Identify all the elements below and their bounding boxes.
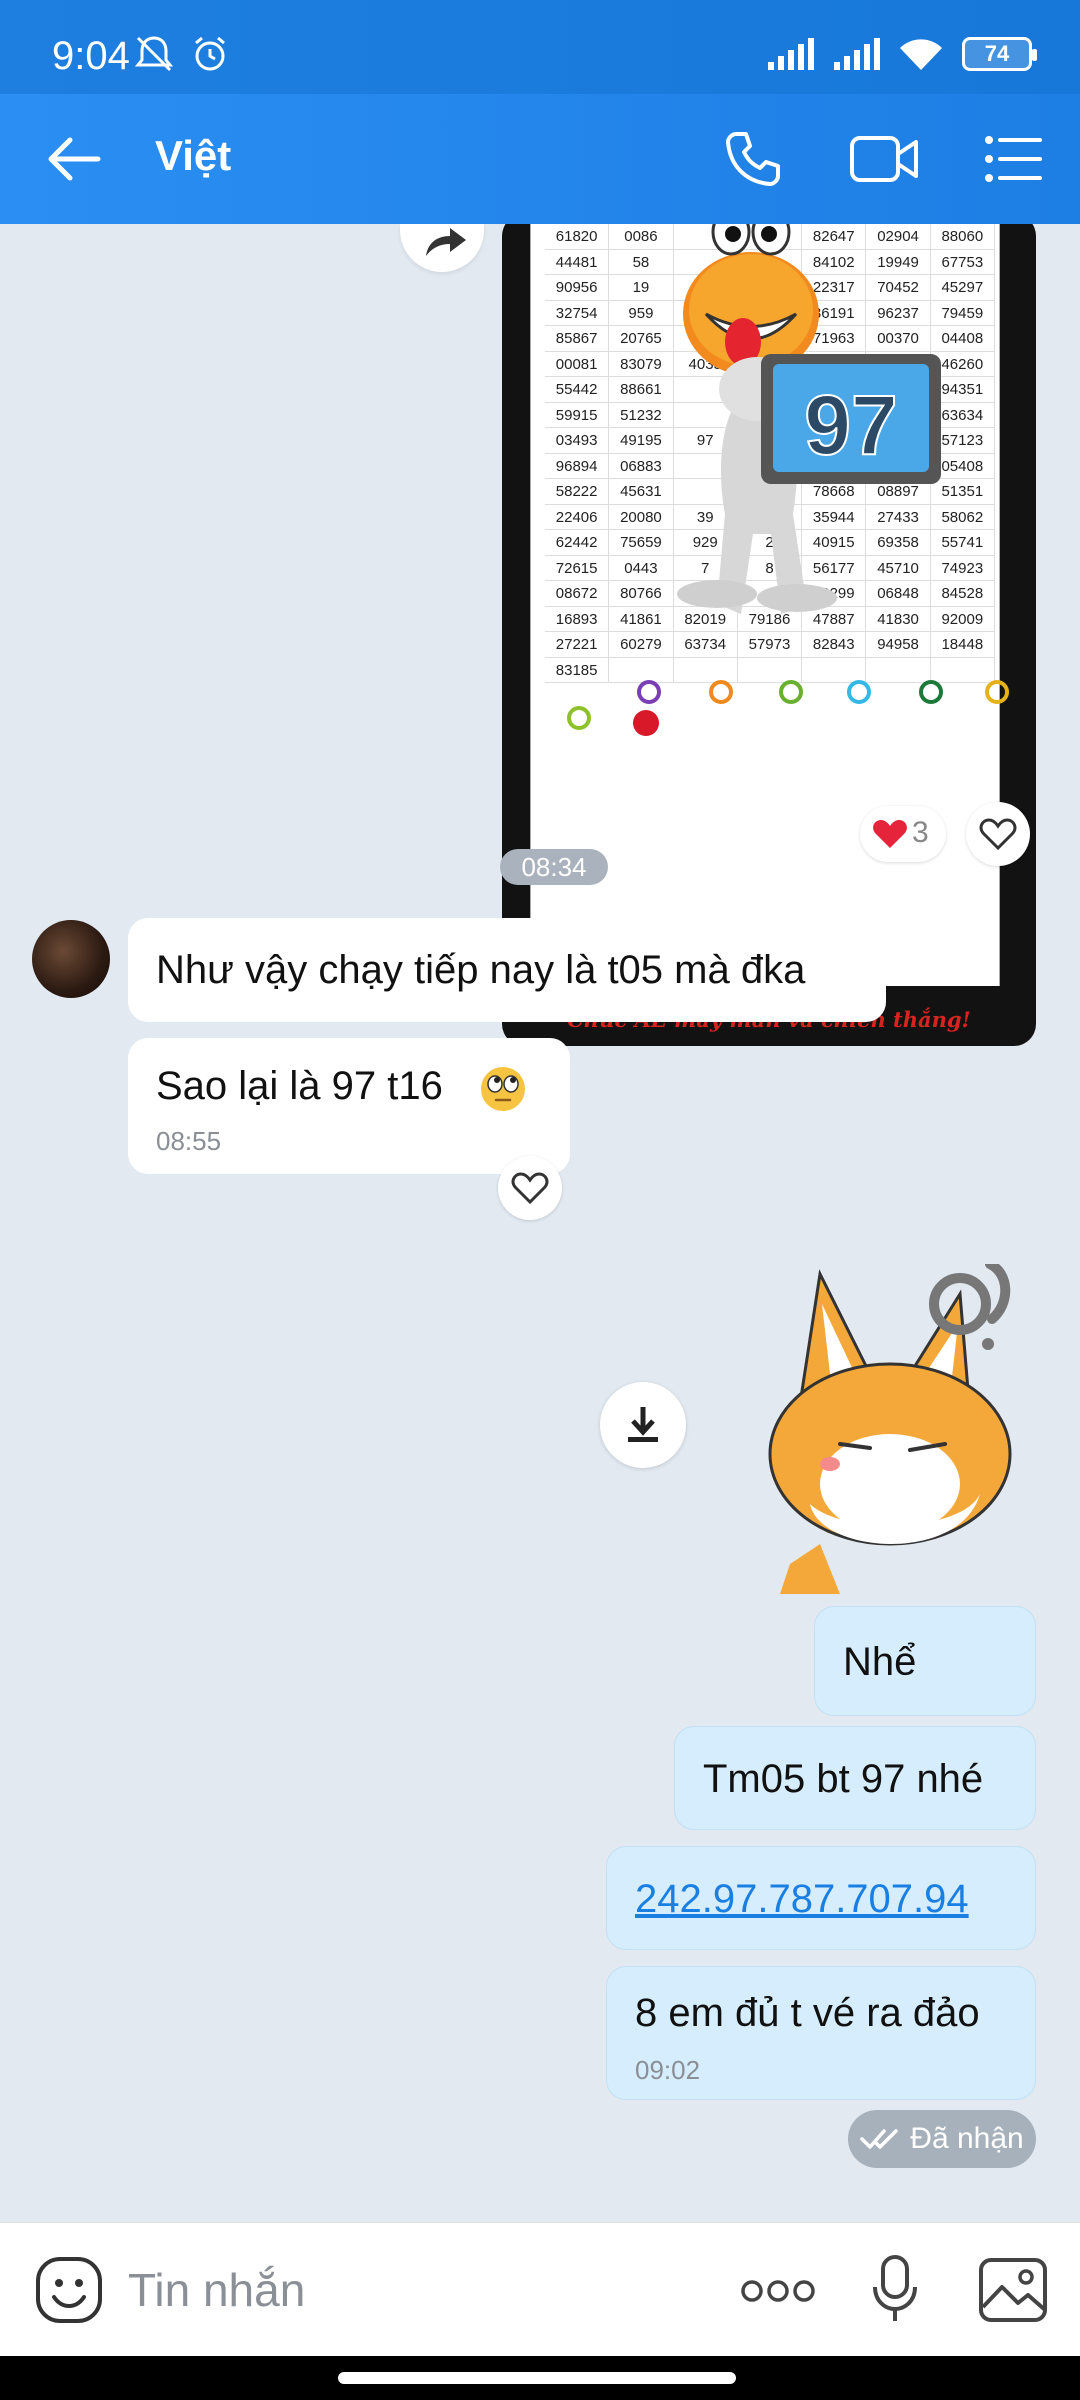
mute-notification-icon — [134, 36, 174, 72]
battery-indicator: 74 — [962, 37, 1037, 71]
grid-cell — [931, 657, 995, 682]
sticker-number: 97 — [804, 378, 897, 472]
double-check-icon — [860, 2129, 899, 2149]
grid-cell: 22406 — [545, 504, 610, 529]
grid-cell: 59915 — [545, 402, 610, 427]
sticker-figure-image: 97 — [677, 224, 941, 614]
grid-cell: 72615 — [545, 555, 610, 580]
marker-circle — [985, 680, 1009, 704]
grid-cell — [866, 657, 931, 682]
gallery-image-icon[interactable] — [978, 2257, 1048, 2323]
face-with-rolling-eyes-emoji-icon — [481, 1067, 525, 1111]
message-text: Tm05 bt 97 nhé — [703, 1757, 984, 1801]
grid-cell: 85867 — [545, 326, 610, 351]
chat-area[interactable]: 6182000869188264702904880604448158484102… — [0, 224, 1080, 2222]
download-icon — [628, 1407, 658, 1442]
react-heart-button[interactable] — [498, 1156, 562, 1220]
grid-cell: 16893 — [545, 606, 610, 631]
alarm-icon — [195, 36, 225, 71]
grid-cell: 61820 — [545, 224, 610, 249]
wifi-icon — [900, 39, 942, 70]
incoming-message[interactable]: Sao lại là 97 t16 08:55 — [128, 1038, 570, 1174]
reaction-count: 3 — [912, 816, 929, 849]
outgoing-message[interactable]: Tm05 bt 97 nhé — [674, 1726, 1036, 1830]
marker-circle — [919, 680, 943, 704]
microphone-icon[interactable] — [870, 2253, 920, 2325]
marker-circle — [567, 706, 591, 730]
message-input-bar: Tin nhắn — [0, 2222, 1080, 2356]
marker-circle — [779, 680, 803, 704]
share-arrow-icon — [426, 228, 466, 256]
home-indicator[interactable] — [338, 2372, 736, 2384]
grid-cell: 08672 — [545, 581, 610, 606]
heart-outline-icon — [979, 818, 1017, 851]
message-link[interactable]: 242.97.787.707.94 — [635, 1877, 969, 1921]
signal-icon — [768, 38, 814, 70]
react-heart-button[interactable] — [966, 802, 1030, 866]
grid-cell: 55442 — [545, 377, 610, 402]
reaction-badge[interactable]: 3 — [860, 806, 946, 862]
contact-name[interactable]: Việt — [155, 132, 231, 180]
system-nav-bar — [0, 2356, 1080, 2400]
grid-cell — [738, 657, 803, 682]
status-bar: 9:04 74 — [0, 0, 1080, 94]
grid-cell: 03493 — [545, 428, 610, 453]
more-options-icon[interactable] — [740, 2279, 816, 2303]
menu-list-icon[interactable] — [984, 132, 1044, 186]
signal-icon-2 — [834, 38, 880, 70]
grid-cell: 96894 — [545, 453, 610, 478]
delivery-status-text: Đã nhận — [910, 2122, 1024, 2155]
message-input[interactable]: Tin nhắn — [128, 2263, 305, 2317]
grid-cell — [802, 657, 867, 682]
message-text: Nhể — [843, 1640, 917, 1684]
incoming-message[interactable]: Như vậy chạy tiếp nay là t05 mà đka — [128, 918, 886, 1022]
outgoing-message[interactable]: 242.97.787.707.94 — [606, 1846, 1036, 1950]
download-button[interactable] — [600, 1382, 686, 1468]
message-text: Sao lại là 97 t16 — [156, 1064, 443, 1108]
delivery-status-badge: Đã nhận — [848, 2110, 1036, 2168]
grid-row: 83185 — [545, 657, 995, 683]
grid-cell: 32754 — [545, 300, 610, 325]
grid-cell: 27221 — [545, 632, 610, 657]
status-time: 9:04 — [52, 34, 130, 78]
marker-circle — [709, 680, 733, 704]
outgoing-message[interactable]: Nhể — [814, 1606, 1036, 1716]
grid-cell — [609, 657, 674, 682]
marker-circle — [637, 680, 661, 704]
message-time: 09:02 — [635, 2055, 701, 2085]
contact-avatar[interactable] — [32, 920, 110, 998]
heart-outline-icon — [511, 1172, 549, 1205]
grid-cell: 00081 — [545, 351, 610, 376]
grid-cell: 90956 — [545, 275, 610, 300]
grid-cell: 62442 — [545, 530, 610, 555]
message-time: 08:55 — [156, 1126, 222, 1156]
phone-icon[interactable] — [722, 128, 784, 190]
outgoing-message[interactable]: 8 em đủ t vé ra đảo 09:02 — [606, 1966, 1036, 2100]
heart-filled-icon — [873, 820, 907, 848]
fox-sticker-image[interactable] — [760, 1264, 1030, 1594]
video-call-icon[interactable] — [848, 128, 920, 190]
grid-cell: 44481 — [545, 249, 610, 274]
message-text: 8 em đủ t vé ra đảo — [635, 1991, 980, 2035]
grid-cell: 83185 — [545, 657, 610, 682]
chat-header: Việt — [0, 94, 1080, 224]
grid-cell: 58222 — [545, 479, 610, 504]
message-text: Như vậy chạy tiếp nay là t05 mà đka — [156, 948, 806, 992]
share-button[interactable] — [400, 224, 484, 272]
time-divider: 08:34 — [500, 849, 608, 885]
back-arrow-icon[interactable] — [46, 134, 102, 184]
marker-circle — [847, 680, 871, 704]
red-dot — [633, 710, 659, 736]
sticker-emoji-icon[interactable] — [34, 2255, 104, 2325]
grid-cell — [674, 657, 738, 682]
